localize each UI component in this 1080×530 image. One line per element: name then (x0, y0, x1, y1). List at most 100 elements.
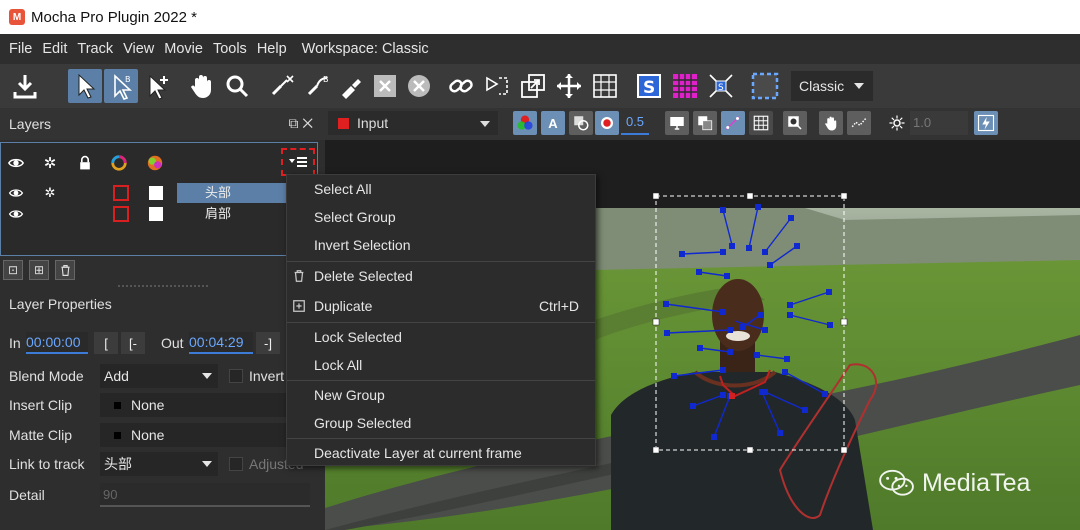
menu-item-label: Lock Selected (314, 329, 402, 345)
new-group-icon[interactable]: ⊡ (3, 260, 23, 280)
menu-track[interactable]: Track (77, 41, 113, 57)
panel-splitter[interactable] (118, 285, 208, 287)
menu-item-lock-selected[interactable]: Lock Selected (287, 323, 595, 351)
lightning-icon[interactable] (974, 111, 998, 135)
wechat-icon (879, 469, 914, 496)
detail-label: Detail (9, 487, 45, 503)
tracks-view-icon[interactable] (721, 111, 745, 135)
insert-clip-select[interactable]: None (100, 393, 286, 417)
exposure-value[interactable]: 1.0 (910, 111, 968, 135)
matte-color-box[interactable] (148, 185, 164, 201)
layer-row-head[interactable]: ✲ 头部 (1, 183, 319, 203)
visibility-icon[interactable] (8, 206, 24, 222)
blend-mode-select[interactable]: Add (100, 364, 218, 388)
out-time-field[interactable]: 00:04:29 (189, 332, 253, 354)
trash-icon[interactable] (55, 260, 75, 280)
title-bar: M Mocha Pro Plugin 2022 * (0, 0, 1080, 34)
export-icon[interactable] (8, 69, 42, 103)
track-curve-icon[interactable] (847, 111, 871, 135)
zoom-tool-icon[interactable] (220, 69, 254, 103)
watermark: MediaTea (878, 468, 1030, 498)
menu-item-select-group[interactable]: Select Group (287, 203, 595, 231)
align-surface-icon[interactable] (746, 69, 784, 103)
bezier-tool-icon[interactable]: B (302, 69, 336, 103)
menu-tools[interactable]: Tools (213, 41, 247, 57)
menu-item-deactivate-layer[interactable]: Deactivate Layer at current frame (287, 439, 595, 467)
matte-clip-select[interactable]: None (100, 423, 286, 447)
layer-context-menu: Select All Select Group Invert Selection… (286, 174, 596, 466)
layer-menu-button[interactable] (281, 148, 315, 176)
menu-list-icon (289, 157, 307, 167)
in-time-field[interactable]: 00:00:00 (26, 332, 88, 354)
menu-item-delete-selected[interactable]: Delete Selected (287, 262, 595, 290)
menu-file[interactable]: File (9, 41, 32, 57)
link-track-value: 头部 (104, 456, 132, 472)
opacity-value[interactable]: 0.5 (621, 111, 649, 135)
add-point-tool-icon[interactable] (140, 69, 174, 103)
xspline-tool-icon[interactable] (266, 69, 300, 103)
layers-panel: ✲ ✲ 头部 肩部 ⊡ ⊞ Layer Properties In 00:00:… (0, 140, 325, 530)
rgb-channels-icon[interactable] (513, 111, 537, 135)
link-icon[interactable] (444, 69, 478, 103)
layer-color-box[interactable] (113, 185, 129, 201)
adjusted-checkbox[interactable] (229, 457, 243, 471)
float-close-icons[interactable]: ⧉ ✕ (288, 115, 313, 132)
display-monitor-icon[interactable] (665, 111, 689, 135)
layer-name[interactable]: 肩部 (177, 204, 287, 224)
hand-tool-icon[interactable] (184, 69, 218, 103)
brightness-icon[interactable] (885, 111, 909, 135)
set-out-button[interactable]: -] (256, 332, 280, 354)
grid-warp-icon[interactable] (588, 69, 622, 103)
menu-help[interactable]: Help (257, 41, 287, 57)
matte-color-box[interactable] (148, 206, 164, 222)
matte-color-icon (145, 153, 165, 173)
invert-label: Invert (249, 368, 285, 384)
dashed-shape-icon[interactable] (480, 69, 514, 103)
move-tool-icon[interactable] (552, 69, 586, 103)
overlay-toggle-icon[interactable] (569, 111, 593, 135)
x-circle-icon[interactable] (402, 69, 436, 103)
visibility-icon[interactable] (8, 185, 24, 201)
bezier-select-icon[interactable]: B (104, 69, 138, 103)
planar-surface-icon[interactable]: S (704, 69, 738, 103)
menu-item-invert-selection[interactable]: Invert Selection (287, 231, 595, 259)
workspace-select[interactable]: Classic (791, 71, 873, 101)
menu-item-select-all[interactable]: Select All (287, 175, 595, 203)
go-in-button[interactable]: [- (121, 332, 145, 354)
zoom-window-icon[interactable] (783, 111, 807, 135)
x-square-icon[interactable] (368, 69, 402, 103)
invert-checkbox[interactable] (229, 369, 243, 383)
menu-item-duplicate[interactable]: Duplicate Ctrl+D (287, 292, 595, 320)
input-clip-select[interactable]: Input (328, 111, 498, 135)
scale-tool-icon[interactable] (516, 69, 550, 103)
lock-header-icon (75, 153, 95, 173)
chevron-down-icon (202, 373, 212, 379)
hand-move-icon[interactable] (819, 111, 843, 135)
menu-edit[interactable]: Edit (42, 41, 67, 57)
main-toolbar: B B S S Classic (0, 64, 1080, 108)
magnetic-tool-icon[interactable] (334, 69, 368, 103)
menu-view[interactable]: View (123, 41, 154, 57)
duplicate-layer-icon[interactable]: ⊞ (29, 260, 49, 280)
menu-item-lock-all[interactable]: Lock All (287, 351, 595, 379)
detail-field[interactable]: 90 (100, 483, 310, 507)
layer-name[interactable]: 头部 (177, 183, 287, 203)
mask-overlay-icon[interactable] (595, 111, 619, 135)
menu-item-group-selected[interactable]: Group Selected (287, 409, 595, 437)
grid-view-icon[interactable] (749, 111, 773, 135)
layer-row-shoulder[interactable]: 肩部 (1, 204, 319, 224)
layer-color-box[interactable] (113, 206, 129, 222)
gear-icon[interactable]: ✲ (42, 185, 58, 201)
menu-item-new-group[interactable]: New Group (287, 381, 595, 409)
svg-text:B: B (125, 75, 131, 84)
menu-movie[interactable]: Movie (164, 41, 203, 57)
alpha-channel-icon[interactable]: A (541, 111, 565, 135)
link-track-select[interactable]: 头部 (100, 452, 218, 476)
clip-color-swatch (114, 402, 121, 409)
grid-overlay-icon[interactable] (668, 69, 702, 103)
layer-stack-icon[interactable] (693, 111, 717, 135)
surface-icon[interactable]: S (632, 69, 666, 103)
pick-tool-icon[interactable] (68, 69, 102, 103)
set-in-button[interactable]: [ (94, 332, 118, 354)
color-wheel-icon (109, 153, 129, 173)
